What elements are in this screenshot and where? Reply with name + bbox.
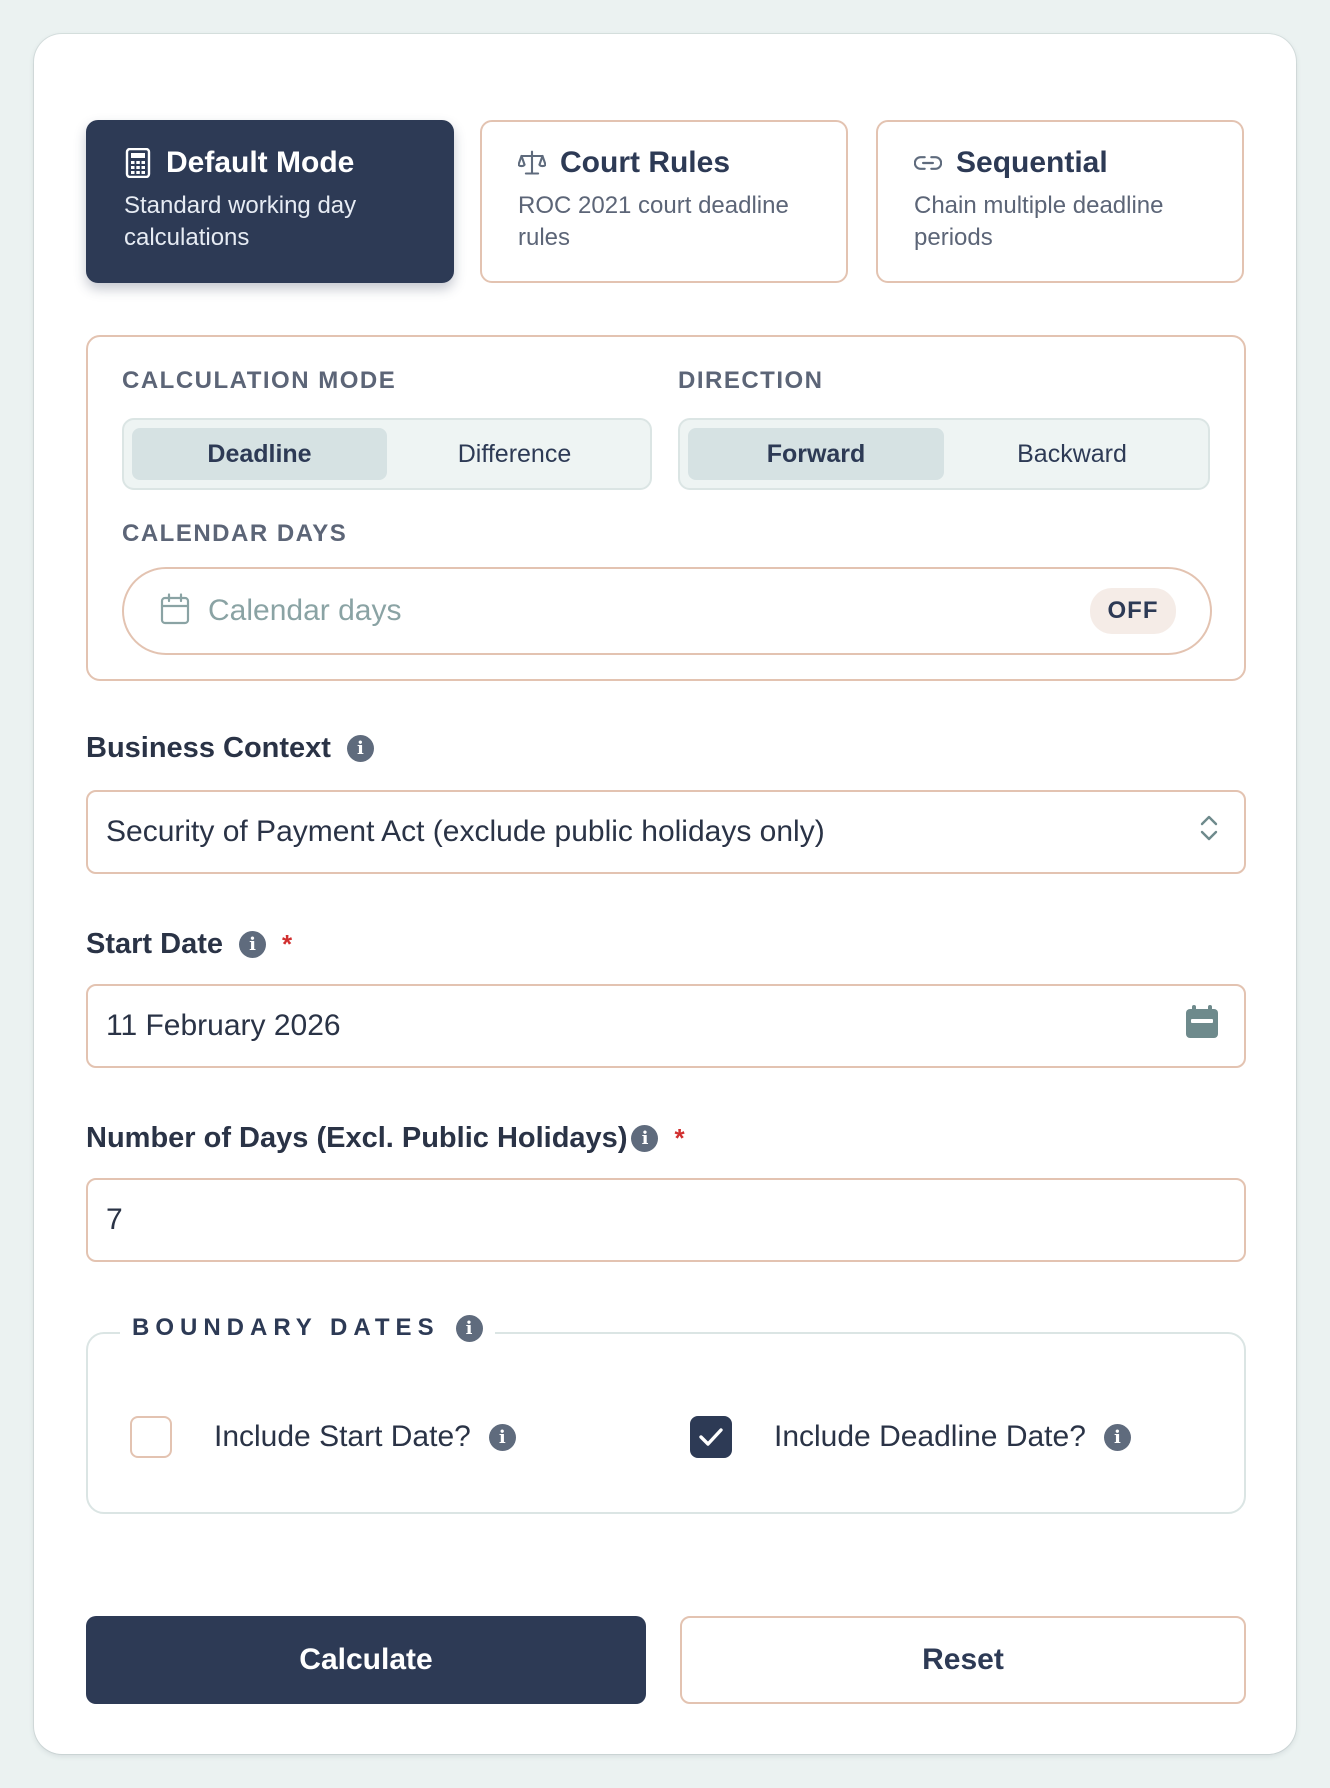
scales-icon xyxy=(518,149,546,177)
forward-option[interactable]: Forward xyxy=(688,428,944,480)
boundary-dates-legend: BOUNDARY DATES i xyxy=(120,1314,495,1342)
info-icon[interactable]: i xyxy=(346,735,374,762)
info-icon[interactable]: i xyxy=(239,931,266,958)
number-of-days-value: 7 xyxy=(106,1203,123,1236)
mode-description: Chain multiple deadline periods xyxy=(914,192,1164,251)
required-marker: * xyxy=(674,1123,685,1153)
calendar-icon[interactable] xyxy=(1184,1004,1220,1048)
calculation-mode-label: CALCULATION MODE xyxy=(122,367,397,394)
include-deadline-date-checkbox[interactable] xyxy=(690,1416,732,1458)
direction-label: DIRECTION xyxy=(678,367,824,394)
checkmark-icon xyxy=(699,1428,723,1446)
number-of-days-label-row: Number of Days (Excl. Public Holidays) i… xyxy=(86,1122,685,1155)
calendar-days-label: CALENDAR DAYS xyxy=(122,520,348,547)
mode-description: Standard working day calculations xyxy=(124,192,357,251)
info-icon[interactable]: i xyxy=(488,1423,516,1451)
calculate-button[interactable]: Calculate xyxy=(86,1616,646,1704)
mode-description: ROC 2021 court deadline rules xyxy=(518,192,789,251)
mode-sequential[interactable]: Sequential Chain multiple deadline perio… xyxy=(876,120,1244,283)
calculation-mode-toggle: Deadline Difference xyxy=(122,418,652,490)
mode-default[interactable]: Default Mode Standard working day calcul… xyxy=(86,120,454,283)
calendar-days-toggle[interactable]: Calendar days OFF xyxy=(122,567,1212,655)
business-context-label: Business Context xyxy=(86,732,331,764)
required-marker: * xyxy=(282,929,293,959)
difference-option[interactable]: Difference xyxy=(387,428,642,480)
reset-button[interactable]: Reset xyxy=(680,1616,1246,1704)
business-context-select[interactable]: Security of Payment Act (exclude public … xyxy=(86,790,1246,874)
business-context-value: Security of Payment Act (exclude public … xyxy=(106,815,825,848)
business-context-label-row: Business Context i xyxy=(86,732,374,765)
number-of-days-label: Number of Days (Excl. Public Holidays) xyxy=(86,1122,628,1154)
include-start-date-checkbox[interactable] xyxy=(130,1416,172,1458)
mode-court-rules[interactable]: Court Rules ROC 2021 court deadline rule… xyxy=(480,120,848,283)
info-icon[interactable]: i xyxy=(455,1314,483,1342)
calendar-days-placeholder: Calendar days xyxy=(208,594,402,627)
toggle-state-badge: OFF xyxy=(1090,588,1176,634)
include-start-date-label: Include Start Date? xyxy=(214,1420,471,1453)
start-date-input[interactable]: 11 February 2026 xyxy=(86,984,1246,1068)
info-icon[interactable]: i xyxy=(1103,1423,1131,1451)
include-deadline-date-label: Include Deadline Date? xyxy=(774,1420,1086,1453)
deadline-option[interactable]: Deadline xyxy=(132,428,387,480)
info-icon[interactable]: i xyxy=(631,1125,659,1152)
chevron-up-down-icon xyxy=(1198,813,1220,851)
include-deadline-date-option[interactable]: Include Deadline Date? i xyxy=(690,1416,1131,1458)
backward-option[interactable]: Backward xyxy=(944,428,1200,480)
link-icon xyxy=(914,149,942,177)
boundary-dates-title: BOUNDARY DATES xyxy=(132,1314,440,1341)
mode-title: Court Rules xyxy=(560,146,731,179)
include-start-date-option[interactable]: Include Start Date? i xyxy=(130,1416,516,1458)
direction-toggle: Forward Backward xyxy=(678,418,1210,490)
mode-title: Sequential xyxy=(956,146,1108,179)
start-date-label: Start Date xyxy=(86,928,223,960)
mode-title: Default Mode xyxy=(166,146,355,179)
number-of-days-input[interactable]: 7 xyxy=(86,1178,1246,1262)
calculator-icon xyxy=(124,148,152,178)
start-date-label-row: Start Date i * xyxy=(86,928,292,961)
start-date-value: 11 February 2026 xyxy=(106,1009,341,1042)
settings-panel: CALCULATION MODE DIRECTION Deadline Diff… xyxy=(86,335,1246,681)
calendar-icon xyxy=(160,592,190,630)
